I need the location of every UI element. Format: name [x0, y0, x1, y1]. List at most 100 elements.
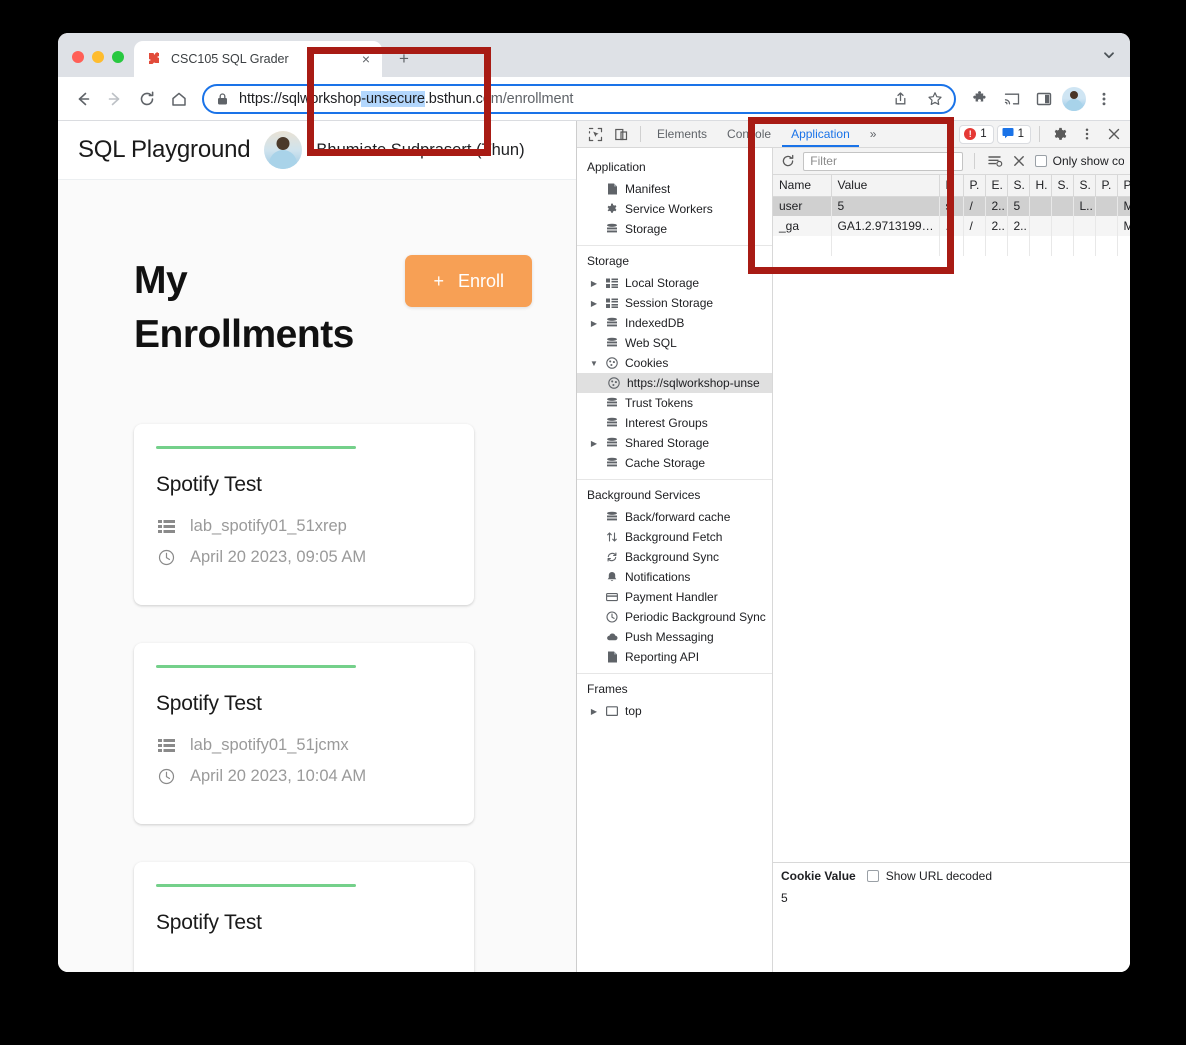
cast-icon[interactable] [998, 85, 1026, 113]
col-name[interactable]: Name [773, 175, 832, 197]
enrollment-card-list: Spotify Test lab_spotify01_51xrep April [134, 423, 532, 972]
cell-priority: M. [1117, 216, 1130, 236]
tab-close-icon[interactable]: × [358, 51, 374, 67]
tree-item-cookie-origin[interactable]: https://sqlworkshop-unse [577, 373, 772, 393]
checkbox[interactable] [866, 870, 879, 882]
enrollment-card[interactable]: Spotify Test lab_spotify01_51jcmx April [134, 642, 474, 824]
col-samesite[interactable]: S. [1073, 175, 1096, 197]
tree-item-notifications[interactable]: Notifications [577, 567, 772, 587]
col-size[interactable]: S. [1007, 175, 1030, 197]
chevron-right-icon[interactable]: ▶ [589, 707, 599, 716]
errors-badge[interactable]: ! 1 [959, 124, 994, 144]
tree-item-trust-tokens[interactable]: Trust Tokens [577, 393, 772, 413]
gear-icon[interactable] [1048, 123, 1072, 145]
col-secure[interactable]: S. [1051, 175, 1074, 197]
enrollment-card[interactable]: Spotify Test [134, 861, 474, 972]
side-panel-icon[interactable] [1030, 85, 1058, 113]
inspect-element-icon[interactable] [583, 123, 607, 145]
close-window-button[interactable] [72, 51, 84, 63]
tree-item-periodic-background-sync[interactable]: Periodic Background Sync [577, 607, 772, 627]
col-domain[interactable]: D [939, 175, 964, 197]
devtools-more-tabs-icon[interactable]: » [861, 121, 886, 147]
database-icon [605, 317, 619, 329]
chevron-right-icon[interactable]: ▶ [589, 279, 599, 288]
col-priority[interactable]: P [1117, 175, 1130, 197]
enroll-button[interactable]: + Enroll [405, 255, 532, 307]
tree-item-top-frame[interactable]: ▶ top [577, 701, 772, 721]
table-row[interactable]: user 5 s. / 2.. 5 L.. [773, 196, 1130, 216]
enroll-button-label: Enroll [457, 270, 504, 291]
browser-tab[interactable]: CSC105 SQL Grader × [134, 41, 382, 77]
minimize-window-button[interactable] [92, 51, 104, 63]
chevron-down-icon[interactable]: ▼ [589, 359, 599, 368]
new-tab-button[interactable]: + [390, 45, 418, 73]
tree-item-cookies[interactable]: ▼ Cookies [577, 353, 772, 373]
address-bar[interactable]: https://sqlworkshop-unsecure.bsthun.com/… [202, 83, 956, 114]
clear-all-cookies-icon[interactable] [1010, 150, 1028, 172]
share-icon[interactable] [887, 86, 913, 112]
close-icon[interactable] [1102, 123, 1126, 145]
devtools-topbar-right: ! 1 1 [959, 123, 1126, 145]
extensions-icon[interactable] [966, 85, 994, 113]
col-httponly[interactable]: H. [1029, 175, 1052, 197]
tree-item-payment-handler[interactable]: Payment Handler [577, 587, 772, 607]
menu-kebab-icon[interactable] [1090, 85, 1118, 113]
tree-item-service-workers[interactable]: Service Workers [577, 199, 772, 219]
only-show-cookies-toggle[interactable]: Only show cooki… [1034, 154, 1124, 168]
messages-badge[interactable]: 1 [996, 124, 1031, 144]
tree-item-web-sql[interactable]: Web SQL [577, 333, 772, 353]
error-icon: ! [964, 128, 977, 140]
user-avatar[interactable] [264, 131, 303, 169]
clear-filtered-icon[interactable] [986, 150, 1004, 172]
frame-icon [605, 705, 619, 717]
cookies-table-container[interactable]: Name Value D P. E. S. H. S. S. P. user 5… [773, 175, 1130, 862]
filler [1095, 236, 1118, 256]
tree-item-manifest[interactable]: Manifest [577, 179, 772, 199]
devtools-tab-application[interactable]: Application [782, 121, 859, 147]
tree-item-shared-storage[interactable]: ▶ Shared Storage [577, 433, 772, 453]
chevron-right-icon[interactable]: ▶ [589, 439, 599, 448]
url-text[interactable]: https://sqlworkshop-unsecure.bsthun.com/… [239, 90, 878, 107]
enrollment-card[interactable]: Spotify Test lab_spotify01_51xrep April [134, 423, 474, 605]
col-partition[interactable]: P. [1095, 175, 1118, 197]
tree-item-reporting-api[interactable]: Reporting API [577, 647, 772, 667]
lock-icon[interactable] [216, 92, 230, 106]
tree-item-local-storage[interactable]: ▶ Local Storage [577, 273, 772, 293]
tree-item-indexeddb[interactable]: ▶ IndexedDB [577, 313, 772, 333]
device-toolbar-icon[interactable] [609, 123, 633, 145]
site-brand[interactable]: SQL Playground [78, 136, 251, 164]
devtools-tab-console[interactable]: Console [718, 121, 780, 147]
col-value[interactable]: Value [831, 175, 940, 197]
col-expires[interactable]: E. [985, 175, 1008, 197]
chevron-right-icon[interactable]: ▶ [589, 299, 599, 308]
tree-item-label: Back/forward cache [625, 510, 731, 524]
show-url-decoded-toggle[interactable]: Show URL decoded [866, 869, 992, 883]
back-button[interactable] [68, 84, 98, 114]
star-icon[interactable] [922, 86, 948, 112]
checkbox[interactable] [1034, 155, 1047, 167]
chevron-down-icon[interactable] [1102, 48, 1116, 67]
chevron-right-icon[interactable]: ▶ [589, 319, 599, 328]
tree-item-session-storage[interactable]: ▶ Session Storage [577, 293, 772, 313]
filter-input[interactable]: Filter [803, 151, 964, 171]
home-button[interactable] [164, 84, 194, 114]
tree-item-background-sync[interactable]: Background Sync [577, 547, 772, 567]
menu-kebab-icon[interactable] [1075, 123, 1099, 145]
tree-item-cache-storage[interactable]: Cache Storage [577, 453, 772, 473]
forward-button[interactable] [100, 84, 130, 114]
tree-item-push-messaging[interactable]: Push Messaging [577, 627, 772, 647]
table-row[interactable]: _ga GA1.2.9713199… .. / 2.. 2.. [773, 216, 1130, 236]
reload-button[interactable] [132, 84, 162, 114]
maximize-window-button[interactable] [112, 51, 124, 63]
devtools-tab-elements[interactable]: Elements [648, 121, 716, 147]
profile-avatar[interactable] [1062, 86, 1086, 111]
user-name: Bhumiate Sudprasert (Thun) [316, 140, 525, 159]
refresh-icon[interactable] [779, 150, 797, 172]
col-path[interactable]: P. [963, 175, 986, 197]
filler [1029, 236, 1052, 256]
tree-item-interest-groups[interactable]: Interest Groups [577, 413, 772, 433]
tree-item-storage[interactable]: Storage [577, 219, 772, 239]
tree-item-background-fetch[interactable]: Background Fetch [577, 527, 772, 547]
tree-item-bfcache[interactable]: Back/forward cache [577, 507, 772, 527]
list-icon [156, 519, 176, 534]
